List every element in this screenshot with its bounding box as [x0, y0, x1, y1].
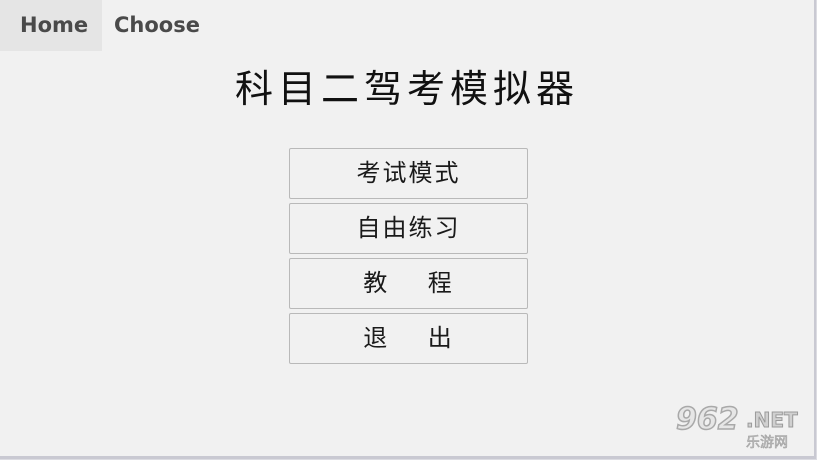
- exit-button[interactable]: 退 出: [289, 313, 528, 364]
- main-menu: 考试模式 自由练习 教 程 退 出: [289, 148, 528, 368]
- exam-mode-button[interactable]: 考试模式: [289, 148, 528, 199]
- tab-home[interactable]: Home: [0, 0, 102, 51]
- tab-choose[interactable]: Choose: [102, 0, 200, 51]
- watermark-digits: 962: [675, 401, 739, 438]
- tab-bar: Home Choose: [0, 0, 200, 51]
- site-watermark: 962 .NET 乐游网: [674, 401, 804, 452]
- tutorial-button[interactable]: 教 程: [289, 258, 528, 309]
- free-practice-button[interactable]: 自由练习: [289, 203, 528, 254]
- watermark-net: .NET: [746, 408, 799, 433]
- game-title: 科目二驾考模拟器: [234, 67, 579, 111]
- game-window: Home Choose 科目二驾考模拟器 考试模式 自由练习 教 程 退 出 9…: [0, 0, 816, 459]
- watermark-subtitle: 乐游网: [746, 435, 789, 452]
